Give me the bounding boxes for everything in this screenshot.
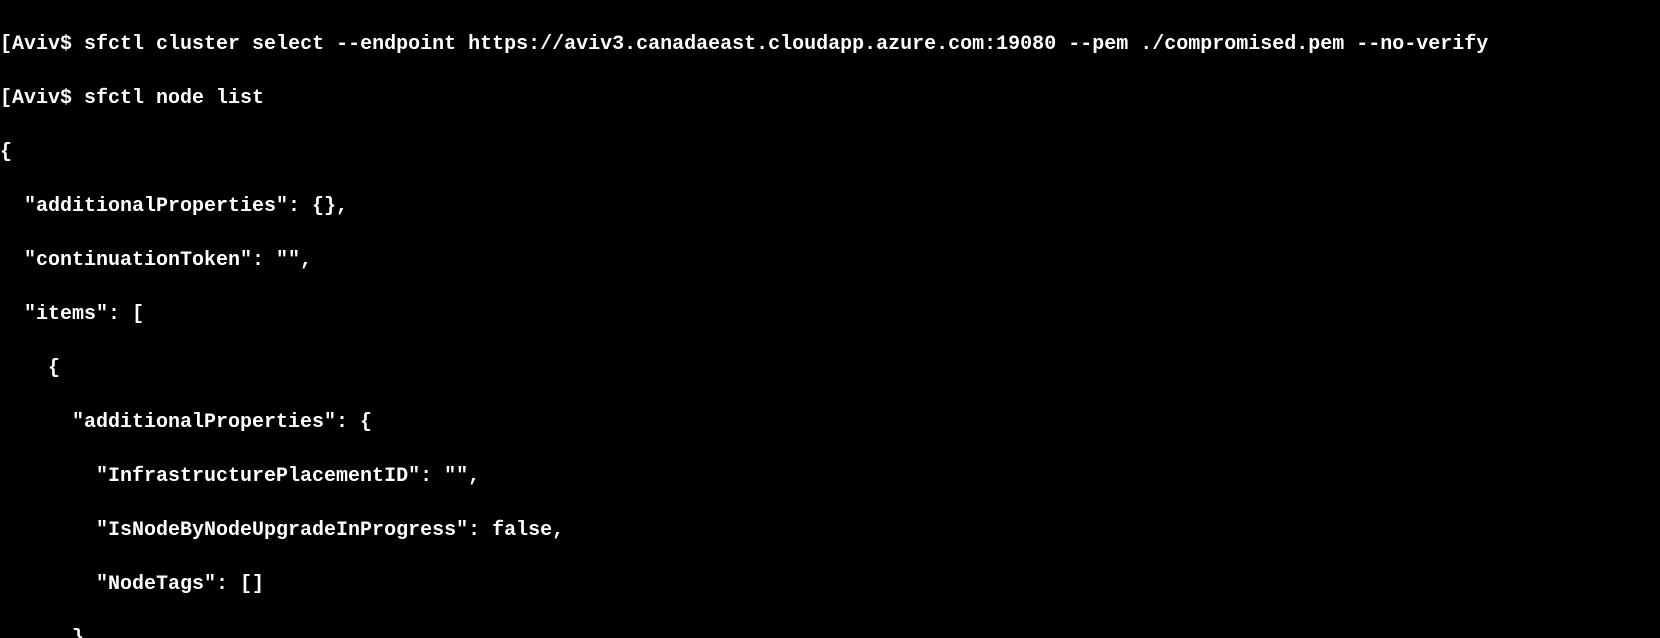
prompt-bracket: [ [0,87,12,110]
output-line: "continuationToken": "", [0,247,1660,274]
output-line: "NodeTags": [] [0,571,1660,598]
output-line: "additionalProperties": { [0,409,1660,436]
output-line: "InfrastructurePlacementID": "", [0,463,1660,490]
prompt-user: Aviv$ [12,87,84,110]
command-text: sfctl node list [84,87,264,110]
terminal-window[interactable]: [Aviv$ sfctl cluster select --endpoint h… [0,0,1660,638]
prompt-user: Aviv$ [12,33,84,56]
command-line-2: [Aviv$ sfctl node list [0,85,1660,112]
output-line: "items": [ [0,301,1660,328]
command-text: sfctl cluster select --endpoint https://… [84,33,1488,56]
output-line: "IsNodeByNodeUpgradeInProgress": false, [0,517,1660,544]
output-line: { [0,139,1660,166]
output-line: }, [0,625,1660,638]
output-line: { [0,355,1660,382]
prompt-bracket: [ [0,33,12,56]
output-line: "additionalProperties": {}, [0,193,1660,220]
command-line-1: [Aviv$ sfctl cluster select --endpoint h… [0,31,1660,58]
